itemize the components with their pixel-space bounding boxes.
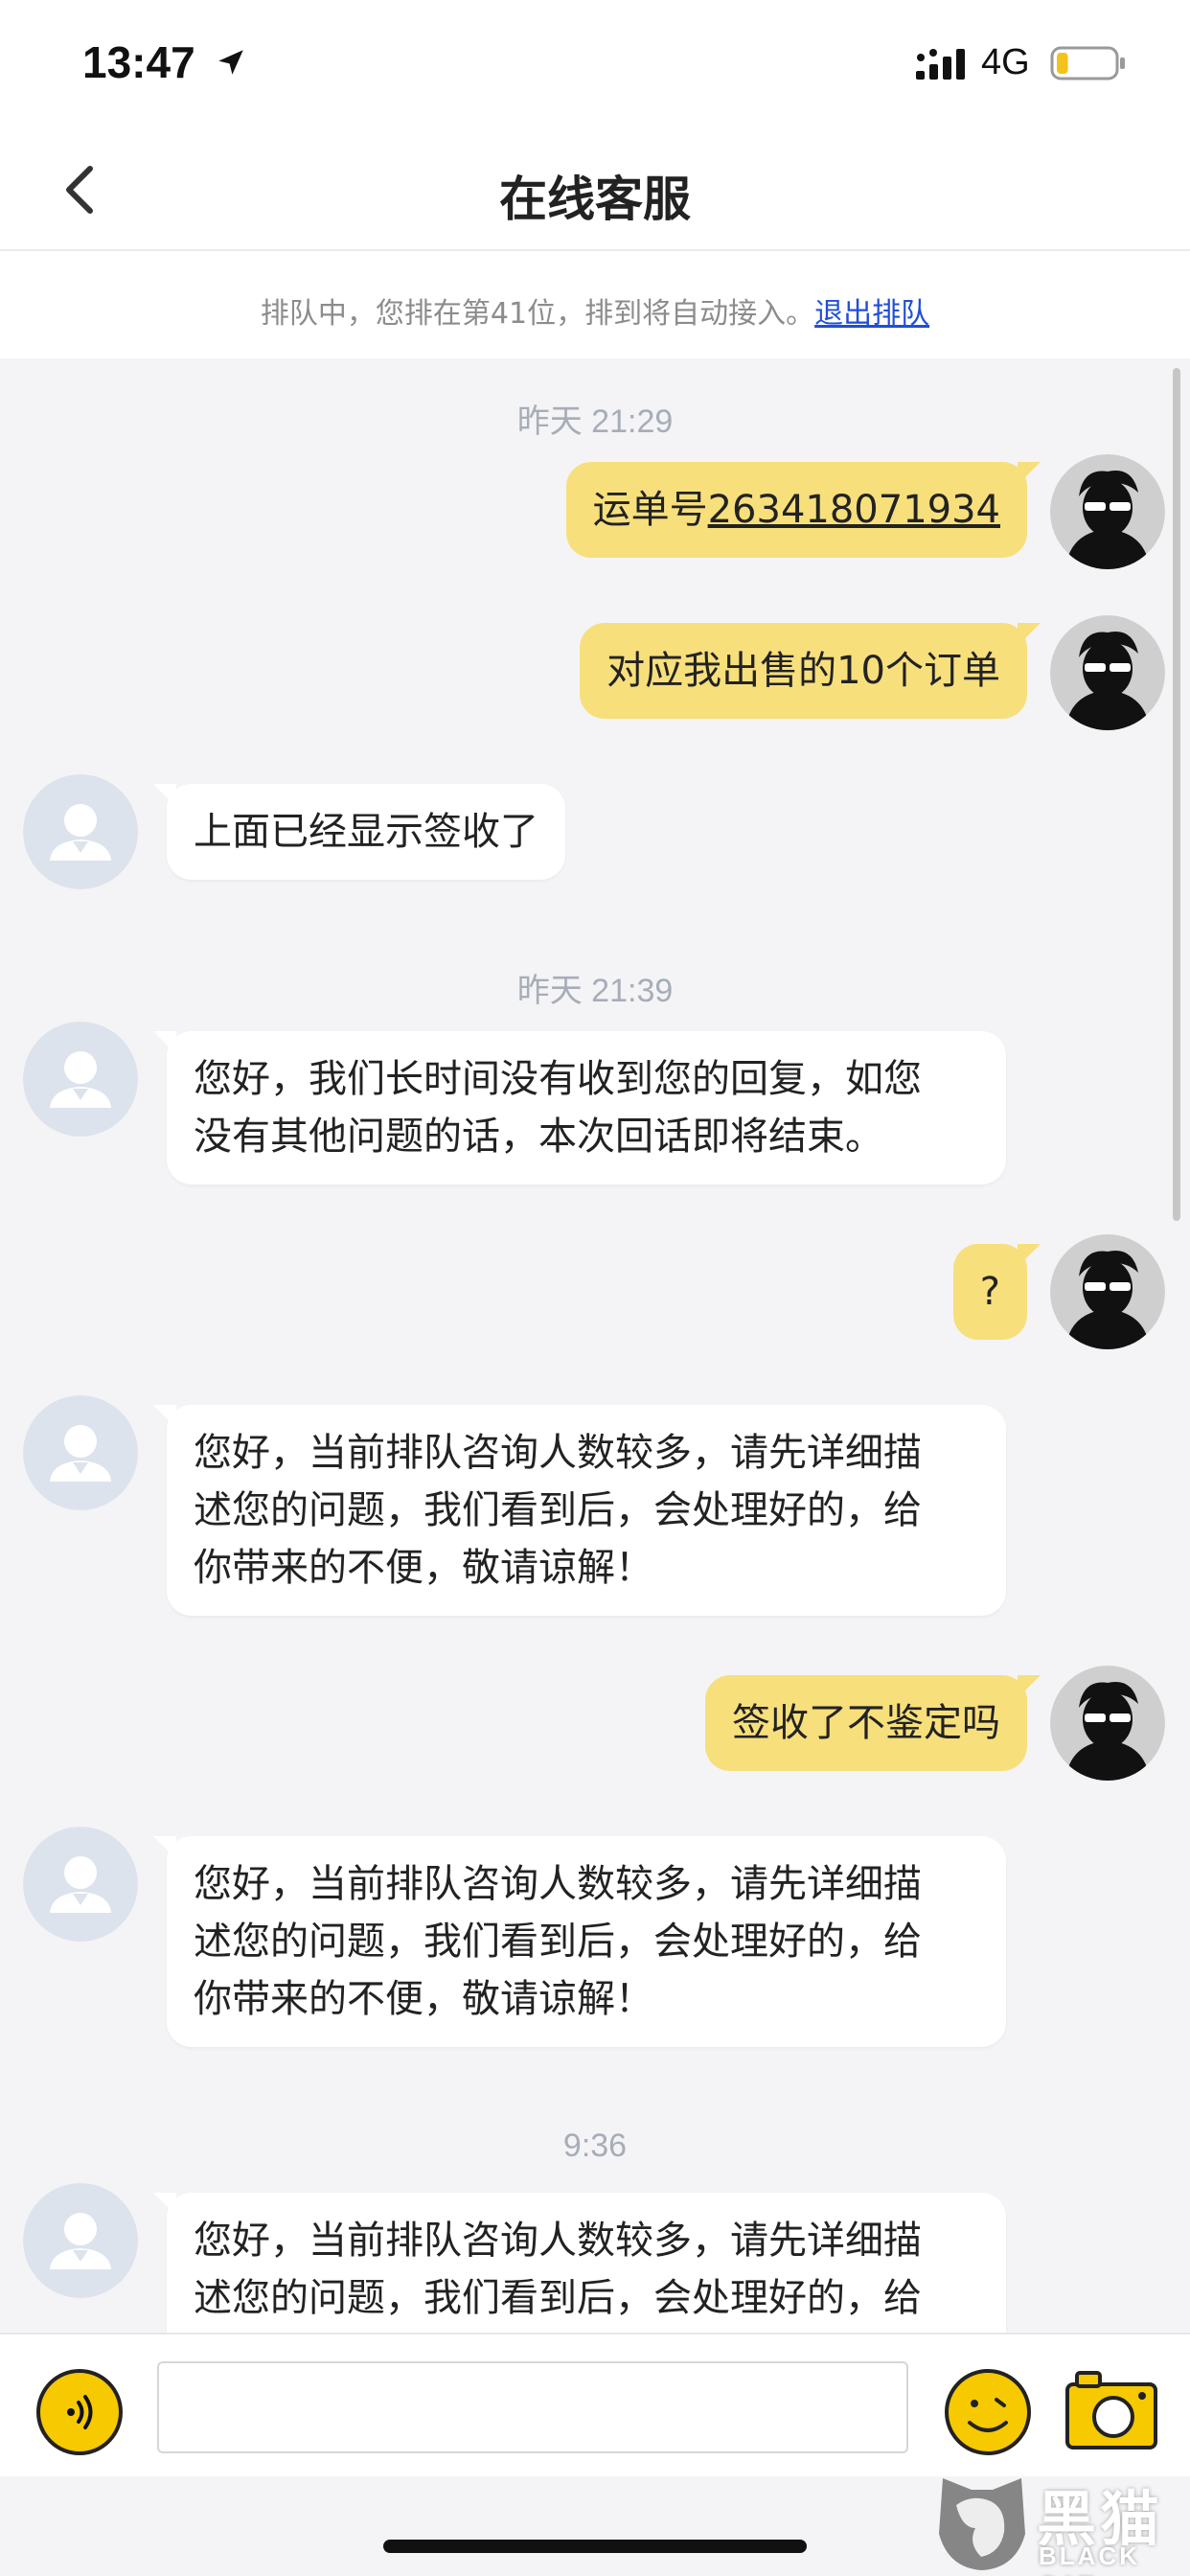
message-bubble[interactable]: 您好，我们长时间没有收到您的回复，如您 没有其他问题的话，本次回话即将结束。 xyxy=(153,1031,1006,1184)
page-title: 在线客服 xyxy=(499,172,691,227)
queue-notice: 排队中，您排在第41位，排到将自动接入。退出排队 xyxy=(0,251,1190,358)
message-bubble[interactable]: 您好，当前排队咨询人数较多，请先详细描 述您的问题，我们看到后，会处理好的，给 … xyxy=(153,2193,1006,2333)
voice-icon xyxy=(67,2395,93,2429)
agent-avatar xyxy=(23,1827,138,1942)
tracking-number-link[interactable]: 263418071934 xyxy=(708,488,1000,532)
agent-avatar xyxy=(23,774,138,889)
user-avatar[interactable] xyxy=(1050,454,1165,569)
black-cat-watermark: 黑猫 BLACK CAT xyxy=(931,2469,1190,2576)
camera-icon[interactable] xyxy=(1064,2367,1159,2453)
user-avatar[interactable] xyxy=(1050,615,1165,730)
voice-button[interactable] xyxy=(36,2369,123,2455)
agent-avatar xyxy=(23,2183,138,2298)
timestamp: 昨天 21:29 xyxy=(516,403,674,440)
queue-notice-text: 排队中，您排在第41位，排到将自动接入。 xyxy=(260,297,815,331)
message-input[interactable] xyxy=(157,2361,908,2453)
timestamp: 9:36 xyxy=(562,2128,628,2164)
message-bubble[interactable]: 您好，当前排队咨询人数较多，请先详细描 述您的问题，我们看到后，会处理好的，给 … xyxy=(153,1836,1006,2047)
battery-icon xyxy=(1050,46,1125,80)
nav-bar: 在线客服 xyxy=(0,125,1190,251)
user-avatar[interactable] xyxy=(1050,1234,1165,1349)
message-bubble[interactable]: 您好，当前排队咨询人数较多，请先详细描 述您的问题，我们看到后，会处理好的，给 … xyxy=(153,1405,1006,1616)
message-bubble[interactable]: 对应我出售的10个订单 xyxy=(580,623,1041,719)
message-bubble[interactable]: ? xyxy=(952,1244,1041,1340)
chat-area[interactable]: 昨天 21:29 运单号263418071934 对应我出售的10个订单 上面已… xyxy=(0,358,1190,2333)
home-indicator[interactable] xyxy=(383,2540,807,2553)
user-avatar[interactable] xyxy=(1050,1666,1165,1781)
network-type: 4G xyxy=(981,42,1030,82)
watermark-brand-en: BLACK CAT xyxy=(1039,2542,1140,2576)
signal-icon xyxy=(916,49,965,80)
input-bar xyxy=(0,2333,1190,2476)
emoji-icon[interactable] xyxy=(943,2367,1033,2457)
status-bar: 13:47 4G xyxy=(0,0,1190,125)
agent-avatar xyxy=(23,1022,138,1137)
exit-queue-link[interactable]: 退出排队 xyxy=(814,297,929,331)
agent-avatar xyxy=(23,1395,138,1510)
status-time: 13:47 xyxy=(82,37,195,87)
message-bubble[interactable]: 签收了不鉴定吗 xyxy=(705,1675,1041,1771)
timestamp: 昨天 21:39 xyxy=(516,973,674,1009)
message-text: 运单号 xyxy=(592,488,708,532)
chat-scrollbar[interactable] xyxy=(1173,368,1180,1221)
message-bubble[interactable]: 运单号263418071934 xyxy=(565,462,1041,558)
location-arrow-icon xyxy=(218,50,243,75)
black-cat-logo-icon xyxy=(939,2478,1025,2570)
message-bubble[interactable]: 上面已经显示签收了 xyxy=(153,784,565,880)
